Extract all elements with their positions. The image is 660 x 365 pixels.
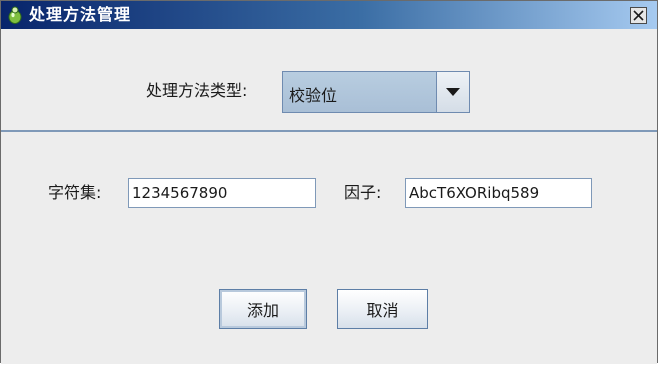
title-bar[interactable]: 处理方法管理 [1,1,657,29]
method-type-selected-value: 校验位 [289,86,338,105]
section-divider [1,130,657,132]
factor-label: 因子: [344,183,382,202]
method-type-select[interactable]: 校验位 [282,71,470,113]
add-button[interactable]: 添加 [219,289,307,329]
cancel-button[interactable]: 取消 [337,289,428,329]
dropdown-arrow-button[interactable] [436,72,469,112]
window-title: 处理方法管理 [29,5,132,24]
charset-input[interactable] [128,178,316,208]
dialog-content: 处理方法类型: 校验位 字符集: 因子: 添加 取消 [1,29,657,364]
close-button[interactable] [630,7,647,24]
close-icon [633,10,644,21]
dialog-window: 处理方法管理 处理方法类型: 校验位 字符集: 因子: 添加 取消 [0,0,658,364]
charset-label: 字符集: [48,183,102,202]
app-icon [8,6,22,24]
factor-input[interactable] [405,178,592,208]
chevron-down-icon [446,88,460,96]
method-type-label: 处理方法类型: [146,81,248,100]
